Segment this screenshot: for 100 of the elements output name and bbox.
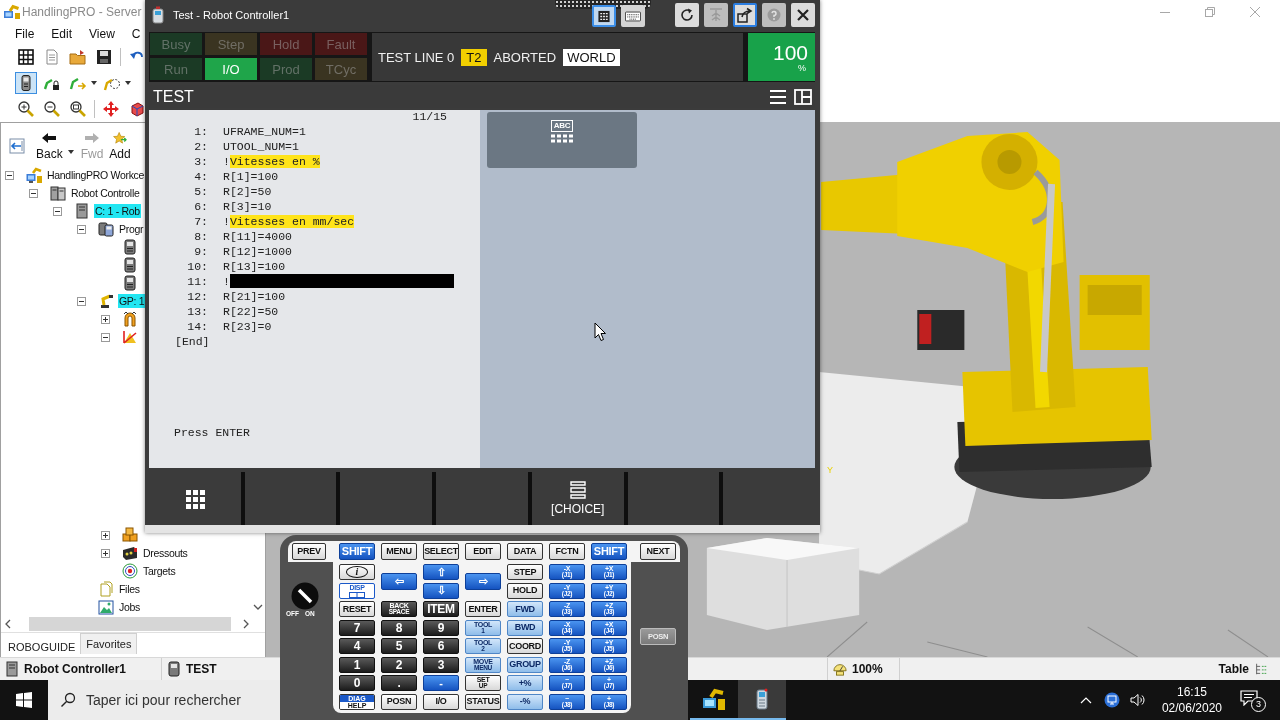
keypad-key[interactable]: ⇦ bbox=[381, 572, 417, 590]
keypad-key[interactable]: HOLD bbox=[507, 582, 543, 599]
tree-item[interactable]: GP: 1 bbox=[118, 294, 146, 308]
caret-icon[interactable] bbox=[125, 81, 131, 85]
keypad-key[interactable]: GROUP bbox=[507, 656, 543, 673]
keypad-key[interactable]: +% bbox=[507, 675, 543, 691]
tree-item[interactable]: Robot Controlle bbox=[70, 186, 141, 200]
notification-icon[interactable] bbox=[1240, 690, 1258, 706]
program-line[interactable]: R[11]=4000 bbox=[223, 229, 292, 244]
grid-icon[interactable] bbox=[15, 46, 37, 68]
keypad-key[interactable]: 3 bbox=[423, 656, 459, 673]
keypad-key[interactable]: STATUS bbox=[465, 693, 501, 710]
program-line[interactable]: R[13]=100 bbox=[223, 259, 286, 274]
comment-input-field[interactable] bbox=[229, 274, 454, 288]
expand-icon[interactable] bbox=[101, 314, 110, 324]
clock-time[interactable]: 16:15 bbox=[1176, 684, 1207, 700]
program-line[interactable]: R[12]=1000 bbox=[223, 244, 292, 259]
caret-icon[interactable] bbox=[91, 81, 97, 85]
keypad-key[interactable]: 2 bbox=[381, 656, 417, 673]
tree-item[interactable]: C: 1 - Rob bbox=[94, 204, 141, 218]
keypad-key[interactable]: 7 bbox=[339, 619, 375, 636]
nav-button[interactable]: Back bbox=[33, 131, 66, 161]
program-line[interactable]: UFRAME_NUM=1 bbox=[223, 124, 306, 139]
tree-item[interactable]: Jobs bbox=[118, 600, 141, 614]
panel-tab[interactable]: Favorites bbox=[80, 633, 138, 654]
keyboard-button[interactable] bbox=[621, 5, 645, 27]
keypad-key[interactable]: SHIFT bbox=[591, 543, 627, 560]
keypad-key[interactable]: STEP bbox=[507, 564, 543, 580]
keypad-key[interactable]: . bbox=[381, 675, 417, 691]
tree-item[interactable]: Progr bbox=[118, 222, 145, 236]
program-line[interactable]: R[2]=50 bbox=[223, 184, 272, 199]
keypad-key[interactable]: POSN bbox=[381, 693, 417, 710]
collapse-icon[interactable] bbox=[77, 224, 86, 234]
keypad-key[interactable]: ⇧ bbox=[423, 564, 459, 580]
menu-item[interactable]: Edit bbox=[51, 26, 73, 41]
windows-logo-icon[interactable] bbox=[16, 692, 32, 708]
search-field[interactable]: Taper ici pour rechercher bbox=[48, 680, 280, 720]
keypad-key[interactable]: 9 bbox=[423, 619, 459, 636]
keypad-key[interactable]: ENTER bbox=[465, 601, 501, 617]
close-button[interactable] bbox=[791, 3, 815, 27]
keyboard-button[interactable]: ABC bbox=[487, 112, 637, 168]
tree-item[interactable]: Dressouts bbox=[142, 546, 189, 560]
keypad-key[interactable]: NEXT bbox=[640, 543, 676, 560]
clock-date[interactable]: 02/06/2020 bbox=[1161, 700, 1222, 716]
keypad-key[interactable]: 5 bbox=[381, 638, 417, 654]
keypad-key[interactable]: EDIT bbox=[465, 543, 501, 560]
program-line[interactable]: UTOOL_NUM=1 bbox=[223, 139, 299, 154]
keypad-key[interactable]: FCTN bbox=[549, 543, 585, 560]
keypad-key[interactable]: PREV bbox=[292, 543, 326, 560]
chevron-up-icon[interactable] bbox=[1079, 696, 1092, 704]
keypad-key[interactable]: - bbox=[423, 675, 459, 691]
menu-item[interactable]: C bbox=[131, 26, 141, 41]
keypad-key[interactable]: ITEM bbox=[423, 601, 459, 617]
keypad-key[interactable]: 8 bbox=[381, 619, 417, 636]
expand-icon[interactable] bbox=[101, 530, 110, 540]
collapse-icon[interactable] bbox=[29, 188, 38, 198]
keypad-key[interactable]: COORD bbox=[507, 638, 543, 654]
key-switch-icon[interactable] bbox=[291, 582, 319, 610]
keypad-key[interactable]: BWD bbox=[507, 619, 543, 636]
menu-item[interactable]: File bbox=[15, 26, 35, 41]
refresh-button[interactable] bbox=[675, 3, 699, 27]
keypad-key[interactable]: ⇨ bbox=[465, 572, 501, 590]
collapse-icon[interactable] bbox=[101, 332, 110, 342]
keypad-key[interactable]: 0 bbox=[339, 675, 375, 691]
keypad-key[interactable]: SHIFT bbox=[339, 543, 375, 560]
network-icon[interactable] bbox=[1103, 692, 1120, 708]
keypad-key[interactable]: 1 bbox=[339, 656, 375, 673]
keypad-button[interactable] bbox=[592, 5, 616, 27]
program-line[interactable]: R[23]=0 bbox=[223, 319, 272, 334]
expand-icon[interactable] bbox=[101, 548, 110, 558]
caret-icon[interactable] bbox=[67, 150, 74, 154]
keypad-key[interactable]: FWD bbox=[507, 601, 543, 617]
keypad-key[interactable]: I/O bbox=[423, 693, 459, 710]
tree-list-icon[interactable] bbox=[1254, 661, 1268, 677]
program-line[interactable]: R[21]=100 bbox=[223, 289, 286, 304]
program-line[interactable]: R[22]=50 bbox=[223, 304, 279, 319]
keypad-key[interactable]: RESET bbox=[339, 601, 375, 617]
nav-button[interactable]: Add bbox=[106, 131, 134, 161]
split-view-icon[interactable] bbox=[794, 88, 812, 105]
window-arrow-button[interactable] bbox=[733, 3, 757, 27]
menu-icon[interactable] bbox=[769, 88, 787, 105]
keypad-key[interactable]: 6 bbox=[423, 638, 459, 654]
tree-item[interactable]: HandlingPRO Workce bbox=[46, 168, 146, 182]
speaker-icon[interactable] bbox=[1129, 692, 1146, 708]
keypad-key[interactable]: -% bbox=[507, 693, 543, 710]
tree-item[interactable]: Targets bbox=[142, 564, 177, 578]
keypad-key[interactable]: MENU bbox=[381, 543, 417, 560]
keypad-key[interactable]: 4 bbox=[339, 638, 375, 654]
pendant-icon[interactable] bbox=[15, 72, 37, 94]
scroll-left-icon[interactable] bbox=[5, 619, 11, 629]
keypad-key[interactable]: SELECT bbox=[423, 543, 459, 560]
collapse-icon[interactable] bbox=[53, 206, 62, 216]
scrollbar-thumb[interactable] bbox=[29, 617, 231, 631]
keypad-key[interactable]: DATA bbox=[507, 543, 543, 560]
keypad-key[interactable]: ⇩ bbox=[423, 582, 459, 599]
collapse-icon[interactable] bbox=[77, 296, 86, 306]
program-line[interactable]: R[1]=100 bbox=[223, 169, 279, 184]
scroll-down-icon[interactable] bbox=[252, 604, 263, 610]
menu-item[interactable]: View bbox=[89, 26, 115, 41]
collapse-icon[interactable] bbox=[5, 170, 14, 180]
